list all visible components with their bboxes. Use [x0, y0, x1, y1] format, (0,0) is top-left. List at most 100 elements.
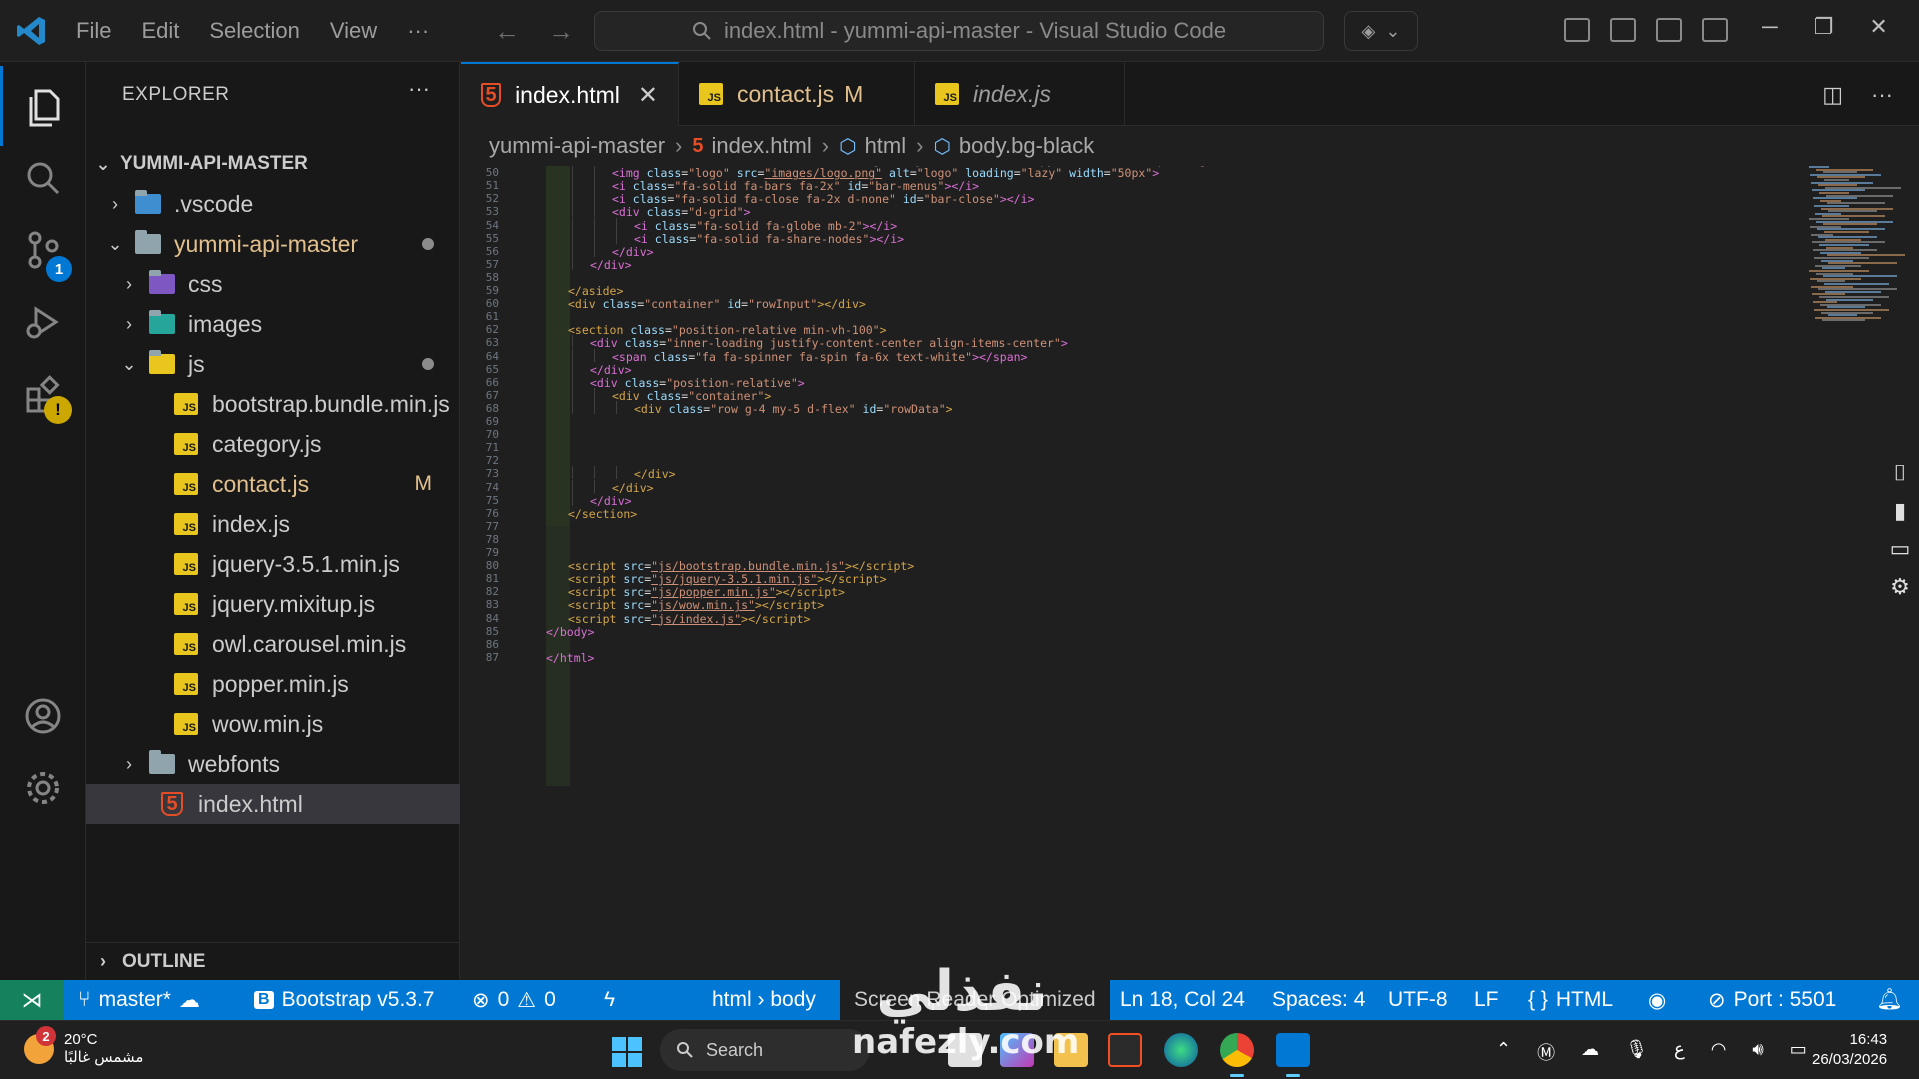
- customize-layout-icon[interactable]: [1564, 18, 1590, 42]
- cursor-position[interactable]: Ln 18, Col 24: [1120, 980, 1245, 1020]
- copilot-button[interactable]: ◈ ⌄: [1344, 11, 1418, 51]
- more-actions-icon[interactable]: ···: [1871, 82, 1893, 108]
- indentation-indicator[interactable]: Spaces: 4: [1272, 980, 1365, 1020]
- tab-index-html[interactable]: 5 index.html ✕: [461, 62, 679, 126]
- camera-icon[interactable]: ⌷: [1893, 460, 1906, 486]
- toggle-secondary-sidebar-icon[interactable]: [1702, 18, 1728, 42]
- tree-item-label: .vscode: [174, 190, 254, 217]
- tree-item-yummi-api-master[interactable]: ⌄ yummi-api-master: [86, 224, 460, 264]
- file-explorer-icon[interactable]: [1054, 1033, 1088, 1067]
- extensions-activity[interactable]: !: [0, 354, 86, 434]
- input-language[interactable]: ع: [1674, 1039, 1685, 1065]
- menu-edit[interactable]: Edit: [141, 18, 179, 44]
- toggle-panel-icon[interactable]: [1656, 18, 1682, 42]
- restore-icon[interactable]: ❐: [1814, 14, 1834, 40]
- menu-file[interactable]: File: [76, 18, 111, 44]
- minimap[interactable]: [1809, 166, 1905, 326]
- manage-activity[interactable]: [0, 748, 86, 828]
- lightning-indicator[interactable]: ϟ: [604, 980, 615, 1020]
- volume-icon[interactable]: 🔊︎: [1752, 1039, 1763, 1065]
- tab-contact-js[interactable]: JS contact.js M: [679, 62, 915, 126]
- tree-item-images[interactable]: › images: [86, 304, 460, 344]
- vscode-taskbar-icon[interactable]: [1276, 1033, 1310, 1077]
- scm-badge: 1: [46, 256, 72, 282]
- explorer-activity[interactable]: [0, 66, 86, 146]
- edge-icon[interactable]: [1164, 1033, 1198, 1067]
- forward-arrow-icon[interactable]: →: [548, 16, 574, 47]
- explorer-more-icon[interactable]: ···: [408, 76, 430, 102]
- tree-item-index-html[interactable]: 5 index.html: [86, 784, 460, 824]
- tree-item-category[interactable]: JS category.js: [86, 424, 460, 464]
- tree-item-bootstrap-bundle[interactable]: JS bootstrap.bundle.min.js: [86, 384, 460, 424]
- task-view-icon[interactable]: [948, 1033, 982, 1067]
- indent-guide: [594, 178, 595, 192]
- split-editor-icon[interactable]: ◫: [1822, 82, 1843, 108]
- start-button[interactable]: [612, 1037, 642, 1067]
- remote-indicator[interactable]: ⋊: [0, 980, 64, 1020]
- tree-item-contact[interactable]: JS contact.js M: [86, 464, 460, 504]
- breadcrumb-file[interactable]: index.html: [711, 133, 811, 159]
- notifications-indicator[interactable]: 🔔︎: [1876, 980, 1903, 1020]
- copilot-app-icon[interactable]: [1000, 1033, 1034, 1067]
- breadcrumb-folder[interactable]: yummi-api-master: [489, 133, 665, 159]
- branch-indicator[interactable]: ⑂ master* ☁: [78, 980, 200, 1020]
- problems-indicator[interactable]: ⊗ 0 ⚠ 0: [472, 980, 556, 1020]
- menu-more[interactable]: ···: [407, 18, 429, 44]
- menu-selection[interactable]: Selection: [209, 18, 300, 44]
- indentation-label: Spaces: 4: [1272, 988, 1366, 1011]
- wifi-icon[interactable]: ◠: [1711, 1039, 1727, 1065]
- minimize-icon[interactable]: ─: [1762, 14, 1778, 40]
- microsoft-store-icon[interactable]: [1108, 1033, 1142, 1067]
- chrome-icon[interactable]: [1220, 1033, 1254, 1077]
- accounts-activity[interactable]: [0, 676, 86, 756]
- tree-item-css[interactable]: › css: [86, 264, 460, 304]
- eol-indicator[interactable]: LF: [1474, 980, 1499, 1020]
- run-debug-activity[interactable]: [0, 282, 86, 362]
- video-icon[interactable]: ▮: [1894, 498, 1906, 524]
- breadcrumb-status[interactable]: html › body: [712, 980, 816, 1020]
- toggle-sidebar-icon[interactable]: [1610, 18, 1636, 42]
- close-icon[interactable]: ✕: [1869, 14, 1887, 40]
- gear-icon[interactable]: ⚙: [1890, 574, 1910, 600]
- tree-item-popper[interactable]: JS popper.min.js: [86, 664, 460, 704]
- copilot-status[interactable]: ◉: [1648, 980, 1666, 1020]
- breadcrumb-body[interactable]: body.bg-black: [959, 133, 1094, 159]
- tree-item-index-js[interactable]: JS index.js: [86, 504, 460, 544]
- encoding-indicator[interactable]: UTF-8: [1388, 980, 1448, 1020]
- system-clock[interactable]: 16:43 26/03/2026: [1812, 1030, 1887, 1070]
- tree-item-wow[interactable]: JS wow.min.js: [86, 704, 460, 744]
- code-line: </html>: [546, 650, 595, 665]
- source-control-activity[interactable]: 1: [0, 210, 86, 290]
- search-activity[interactable]: [0, 138, 86, 218]
- chevron-up-icon[interactable]: ⌃: [1496, 1039, 1511, 1065]
- tab-index-js[interactable]: JS index.js: [915, 62, 1125, 126]
- screen-reader-indicator[interactable]: Screen Reader Optimized: [840, 980, 1110, 1020]
- onedrive-icon[interactable]: ☁: [1581, 1039, 1599, 1065]
- menu-view[interactable]: View: [330, 18, 377, 44]
- js-file-icon: JS: [172, 592, 200, 616]
- close-icon[interactable]: ✕: [638, 81, 658, 110]
- app-tray-icon[interactable]: Ⓜ: [1537, 1039, 1555, 1065]
- live-server-port[interactable]: ⊘ Port : 5501: [1708, 980, 1836, 1020]
- tree-item-js[interactable]: ⌄ js: [86, 344, 460, 384]
- indent-guide: [594, 348, 595, 362]
- tree-item-owl-carousel[interactable]: JS owl.carousel.min.js: [86, 624, 460, 664]
- breadcrumb-html[interactable]: html: [865, 133, 907, 159]
- back-arrow-icon[interactable]: ←: [494, 16, 520, 47]
- window-icon[interactable]: ▭: [1890, 536, 1911, 562]
- battery-icon[interactable]: ▭: [1790, 1039, 1807, 1065]
- code-editor[interactable]: 4950515253545556575859606162636465666768…: [461, 166, 1919, 980]
- tree-item-mixitup[interactable]: JS jquery.mixitup.js: [86, 584, 460, 624]
- weather-widget[interactable]: 2 20°C مشمس غالبًا: [24, 1026, 143, 1067]
- window-title: index.html - yummi-api-master - Visual S…: [723, 18, 1227, 43]
- tree-item-vscode[interactable]: › .vscode: [86, 184, 460, 224]
- microphone-icon[interactable]: 🎙︎: [1625, 1039, 1648, 1065]
- tree-item-jquery[interactable]: JS jquery-3.5.1.min.js: [86, 544, 460, 584]
- outline-section[interactable]: › OUTLINE: [86, 942, 460, 980]
- command-center[interactable]: index.html - yummi-api-master - Visual S…: [594, 11, 1324, 51]
- language-indicator[interactable]: { } HTML: [1528, 980, 1613, 1020]
- workspace-root[interactable]: ⌄ YUMMI-API-MASTER: [86, 144, 460, 184]
- tree-item-webfonts[interactable]: › webfonts: [86, 744, 460, 784]
- taskbar-search[interactable]: Search: [660, 1029, 870, 1071]
- bootstrap-indicator[interactable]: B Bootstrap v5.3.7: [254, 980, 435, 1020]
